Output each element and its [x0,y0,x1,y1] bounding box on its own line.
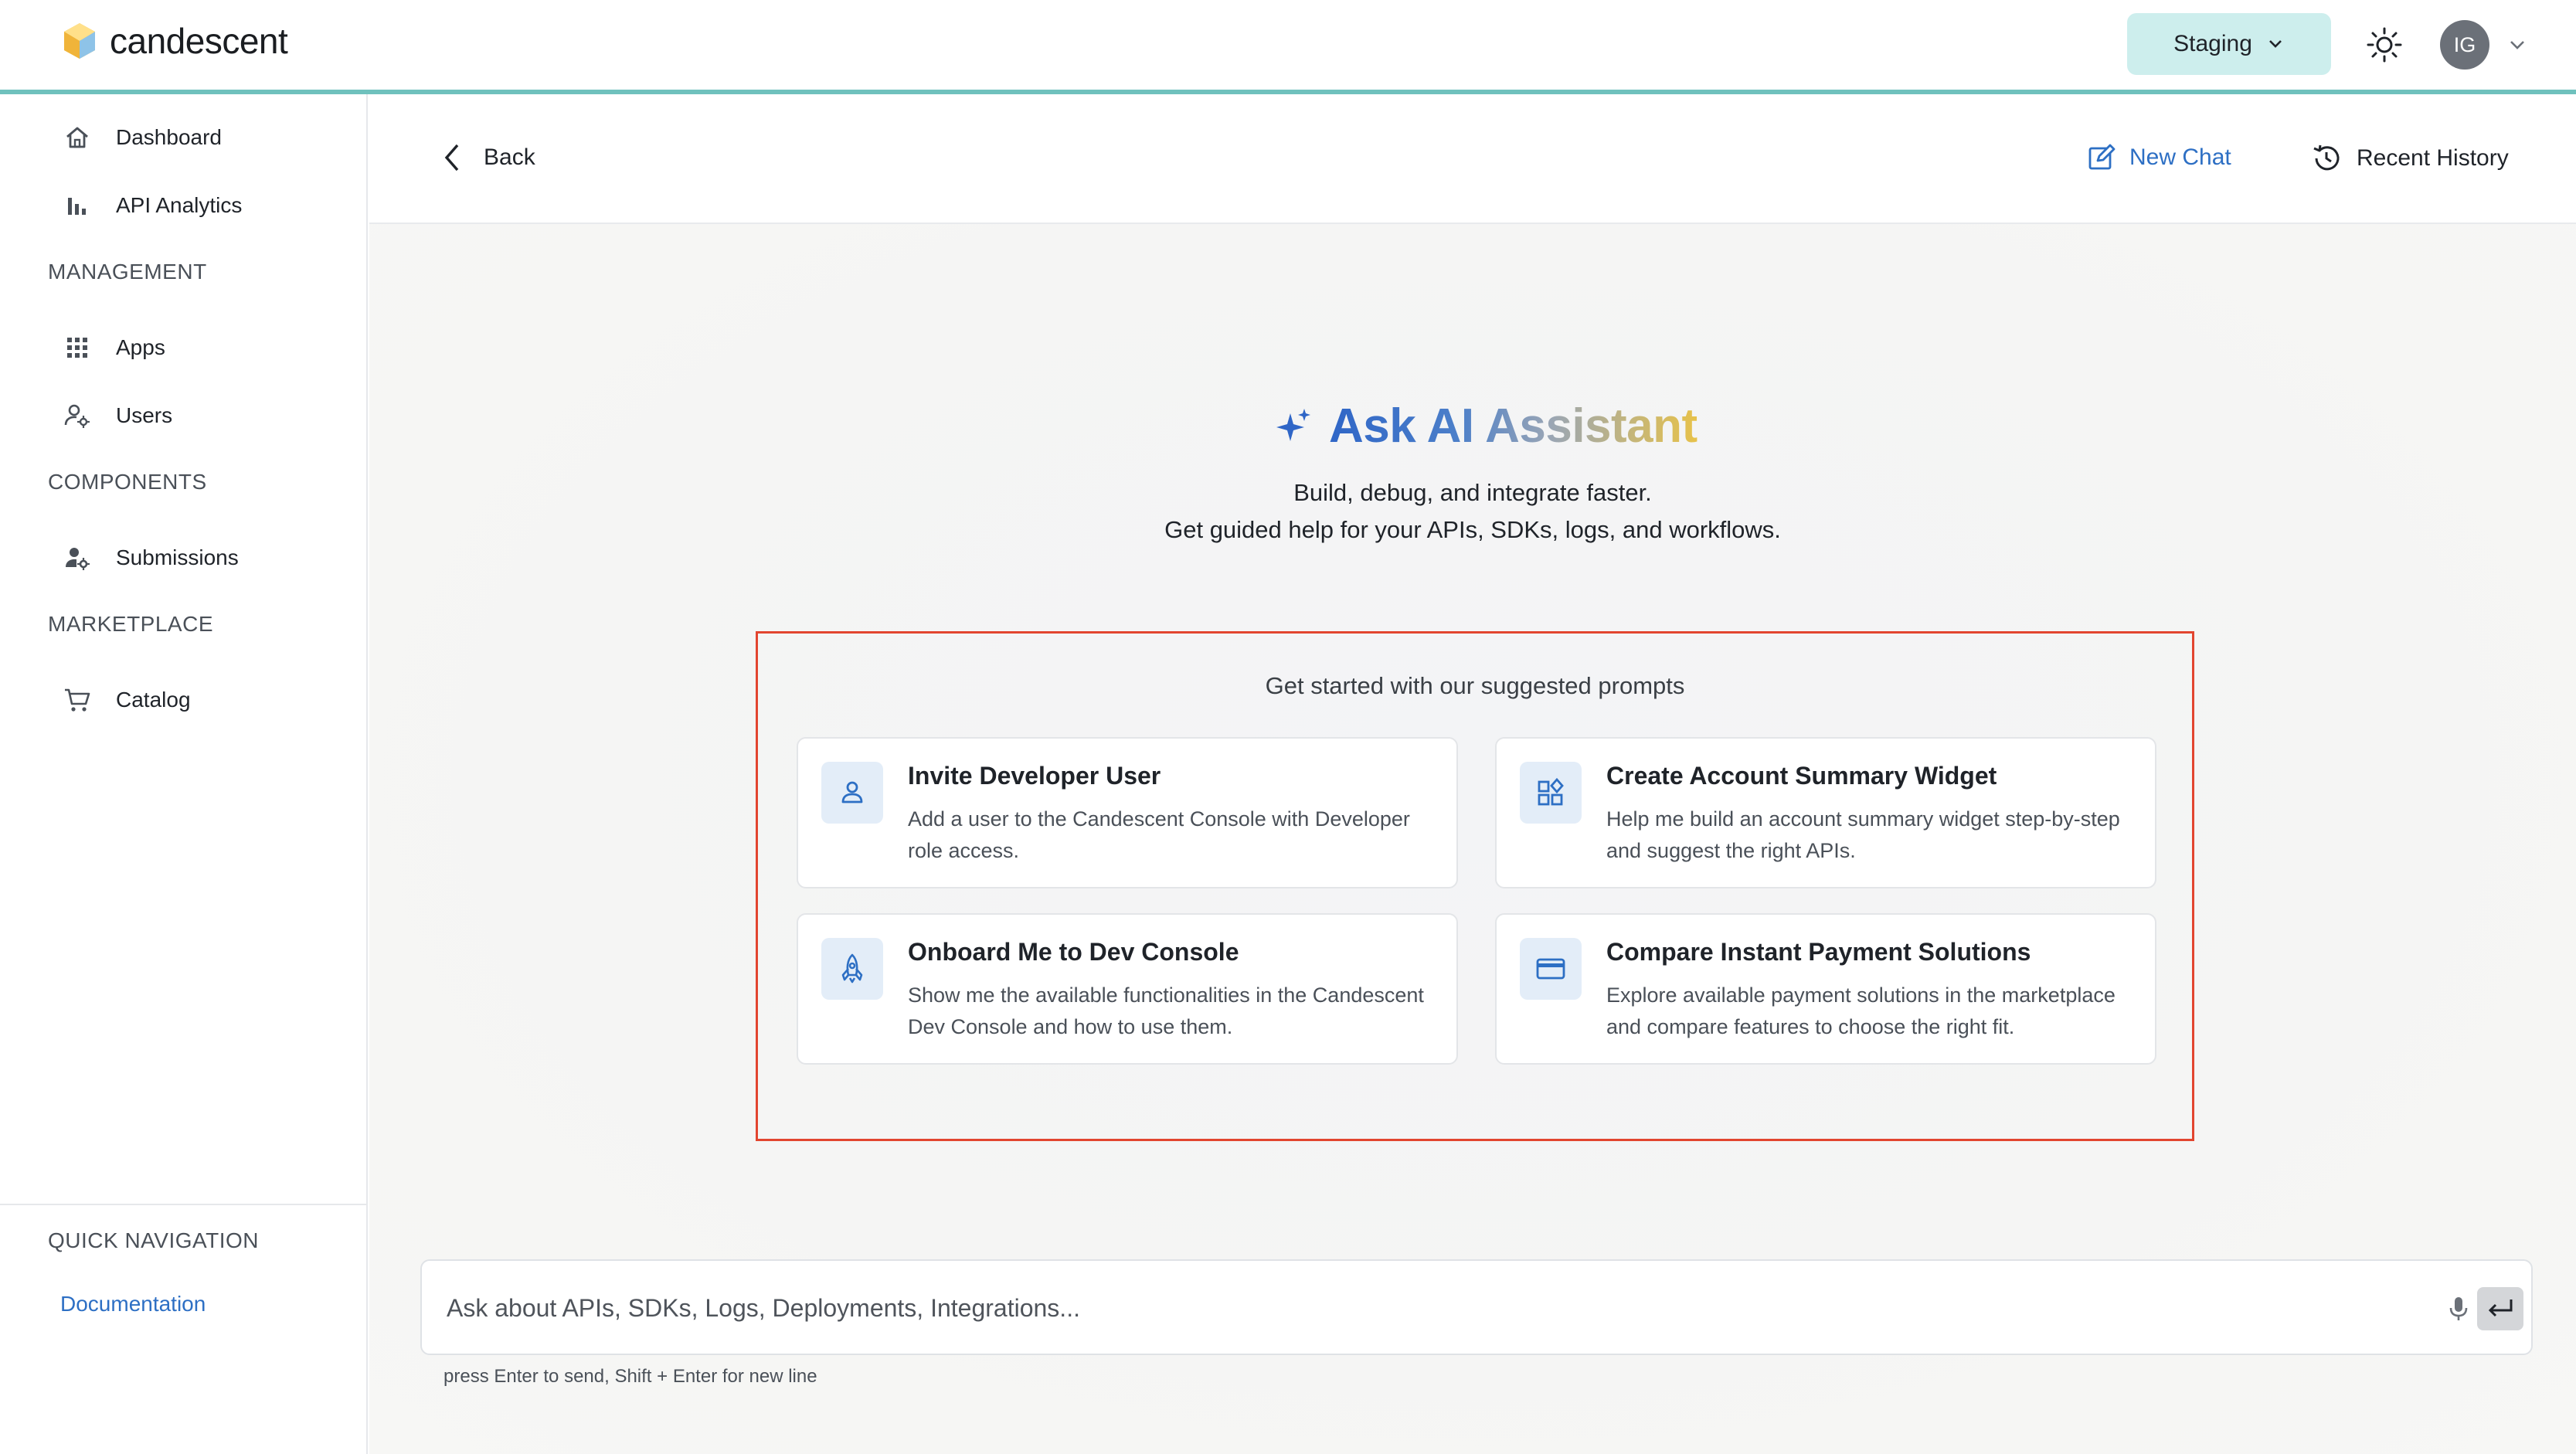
sidebar-item-label: Apps [116,335,165,359]
microphone-icon[interactable] [2443,1293,2474,1324]
hero-title: Ask AI Assistant [1273,399,1698,454]
documentation-link[interactable]: Documentation [60,1292,206,1316]
card-description: Help me build an account summary widget … [1606,807,2120,862]
card-icon-container [1520,938,1582,1000]
new-chat-button[interactable]: New Chat [2086,142,2231,173]
sidebar-item-submissions[interactable]: Submissions [62,542,239,573]
brand-logo[interactable]: candescent [62,20,288,62]
suggested-prompts-panel: Get started with our suggested prompts I… [756,631,2194,1141]
section-title-marketplace: MARKETPLACE [48,612,213,636]
sparkle-icon [1276,408,1310,441]
section-title-management: MANAGEMENT [48,260,207,284]
card-title: Invite Developer User [908,762,1161,790]
user-icon [841,781,863,803]
back-label: Back [484,144,535,170]
bar-chart-icon [68,198,86,215]
user-avatar[interactable]: IG [2440,20,2489,70]
widgets-icon [1538,777,1564,806]
card-icon-container [821,938,883,1000]
sidebar-item-label: Submissions [116,545,239,569]
chevron-down-icon[interactable] [2506,34,2528,56]
input-hint: press Enter to send, Shift + Enter for n… [443,1366,817,1387]
sidebar-item-label: Catalog [116,688,191,712]
sidebar-item-dashboard[interactable]: Dashboard [62,122,222,153]
card-icon-container [1520,762,1582,824]
home-icon [66,127,88,148]
prompt-card-invite-developer[interactable]: Invite Developer User Add a user to the … [797,737,1458,888]
main-header: Back New Chat Recent History [369,94,2576,224]
rocket-icon [841,953,863,983]
sidebar-item-label: API Analytics [116,193,243,217]
candescent-logo-icon [64,23,95,59]
card-description: Add a user to the Candescent Console wit… [908,807,1410,862]
chevron-down-icon [2268,40,2282,48]
card-icon-container [821,762,883,824]
sidebar-item-label: Dashboard [116,125,222,149]
edit-icon [2088,144,2116,170]
top-header: candescent Staging IG [0,0,2576,94]
history-icon [2313,144,2340,171]
hero-title-text: Ask AI Assistant [1329,399,1698,453]
card-description: Show me the available functionalities in… [908,983,1424,1038]
card-title: Create Account Summary Widget [1606,762,1997,790]
sun-icon[interactable] [2366,26,2403,63]
environment-label: Staging [2173,31,2252,56]
brand-name: candescent [110,21,288,61]
new-chat-label: New Chat [2129,144,2231,170]
hero-subtitle-line2: Get guided help for your APIs, SDKs, log… [1164,516,1781,543]
back-button[interactable]: Back [440,142,535,173]
grid-icon [67,338,87,358]
card-title: Compare Instant Payment Solutions [1606,938,2031,966]
chat-content-area: Ask AI Assistant Build, debug, and integ… [369,224,2576,1454]
section-title-components: COMPONENTS [48,470,207,494]
prompt-card-account-summary-widget[interactable]: Create Account Summary Widget Help me bu… [1495,737,2156,888]
sidebar-item-api-analytics[interactable]: API Analytics [62,190,242,221]
recent-history-button[interactable]: Recent History [2310,142,2509,175]
sidebar-item-users[interactable]: Users [62,400,172,431]
cart-icon [65,688,90,712]
chevron-left-icon [444,144,459,172]
enter-key-icon [2488,1299,2513,1317]
prompt-card-onboard-dev-console[interactable]: Onboard Me to Dev Console Show me the av… [797,913,1458,1065]
suggested-prompts-heading: Get started with our suggested prompts [1265,672,1685,699]
credit-card-icon [1536,958,1565,980]
sidebar-item-label: Users [116,403,173,427]
environment-selector[interactable]: Staging [2127,13,2331,75]
user-gear-icon [64,404,90,428]
user-settings-icon [66,548,90,570]
prompt-card-compare-payments[interactable]: Compare Instant Payment Solutions Explor… [1495,913,2156,1065]
section-title-quick-navigation: QUICK NAVIGATION [48,1228,259,1252]
send-button[interactable] [2477,1287,2523,1330]
sidebar-divider [0,1204,368,1205]
chat-message-input[interactable] [445,1284,2225,1332]
card-description: Explore available payment solutions in t… [1606,983,2116,1038]
hero-subtitle-line1: Build, debug, and integrate faster. [1293,479,1652,506]
recent-history-label: Recent History [2357,145,2509,171]
avatar-initials: IG [2453,32,2476,56]
card-title: Onboard Me to Dev Console [908,938,1239,966]
sidebar: Dashboard API Analytics MANAGEMENT Apps … [0,94,368,1454]
sidebar-item-apps[interactable]: Apps [62,332,165,363]
sidebar-item-catalog[interactable]: Catalog [62,685,191,715]
chat-input-box [420,1259,2533,1355]
